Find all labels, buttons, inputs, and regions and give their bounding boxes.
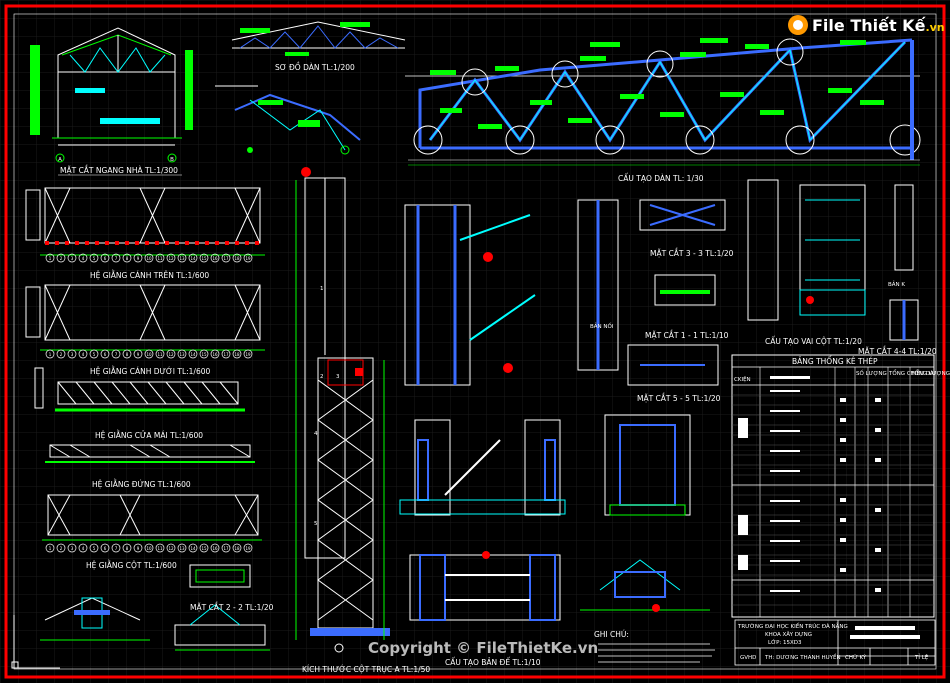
table-header-ckien: CKIỆN xyxy=(734,375,751,383)
grid-number: 5 xyxy=(93,256,96,261)
grid-number: 12 xyxy=(168,256,174,261)
title-student: TH: DƯƠNG THANH HUYỀN xyxy=(764,653,841,661)
grid-number: 18 xyxy=(234,352,240,357)
grid-number: 14 xyxy=(190,352,196,357)
title-chu-ky: CHỮ KÝ xyxy=(845,654,867,661)
grid-number: 3 xyxy=(71,256,74,261)
grid-number: 7 xyxy=(115,256,118,261)
grid-number: 8 xyxy=(126,256,129,261)
grid-number: 7 xyxy=(115,352,118,357)
grid-number: 17 xyxy=(223,256,229,261)
grid-number: 18 xyxy=(234,546,240,551)
grid-number: 6 xyxy=(104,352,107,357)
grid-number: 2 xyxy=(60,352,63,357)
grid-number: 5 xyxy=(93,546,96,551)
grid-number: 1 xyxy=(49,546,52,551)
title-class: LỚP: 15XD3 xyxy=(768,639,802,646)
grid-number: 1 xyxy=(49,352,52,357)
grid-number: 11 xyxy=(157,256,163,261)
grid-number: 8 xyxy=(126,352,129,357)
grid-number: 10 xyxy=(146,352,152,357)
grid-number: 6 xyxy=(104,256,107,261)
column-mark-2: 2 xyxy=(320,374,324,380)
label-mat-cat-55: MẶT CẮT 5 - 5 TL:1/20 xyxy=(637,393,721,403)
label-he-giang-canh-duoi: HỆ GIẰNG CÁNH DƯỚI TL:1/600 xyxy=(90,366,211,376)
grid-number: 9 xyxy=(137,256,140,261)
grid-number: 13 xyxy=(179,352,185,357)
grid-number: 14 xyxy=(190,546,196,551)
grid-number: 7 xyxy=(115,546,118,551)
grid-number: 2 xyxy=(60,546,63,551)
title-school: TRƯỜNG ĐẠI HỌC KIẾN TRÚC ĐÀ NẴNG xyxy=(737,622,848,630)
label-he-giang-dung: HỆ GIẰNG ĐỨNG TL:1/600 xyxy=(92,479,191,489)
grid-number: 19 xyxy=(245,256,251,261)
label-so-do-dan: SƠ ĐỒ DÀN TL:1/200 xyxy=(275,62,355,72)
label-ban-noi: BẢN NỐI xyxy=(590,322,614,330)
grid-number: 15 xyxy=(201,546,207,551)
grid-number: 5 xyxy=(93,352,96,357)
grid-number: 4 xyxy=(82,352,85,357)
copyright-watermark: Copyright © FileThietKe.vn xyxy=(368,639,598,657)
grid-number: 13 xyxy=(179,256,185,261)
grid-number: 12 xyxy=(168,352,174,357)
grid-number: 10 xyxy=(146,546,152,551)
grid-number: 17 xyxy=(223,352,229,357)
label-ghi-chu: GHI CHÚ: xyxy=(594,630,629,639)
logo-text: File Thiết Kế xyxy=(812,16,927,35)
grid-number: 19 xyxy=(245,546,251,551)
grid-number: 15 xyxy=(201,256,207,261)
label-he-giang-cot: HỆ GIẰNG CỘT TL:1/600 xyxy=(86,560,177,570)
column-mark-5: 5 xyxy=(314,521,318,527)
title-faculty: KHOA XÂY DỰNG xyxy=(765,631,812,638)
label-kich-thuoc-cot: KÍCH THƯỚC CỘT TRỤC A TL:1/50 xyxy=(302,665,430,674)
grid-number: 9 xyxy=(137,546,140,551)
title-gvhd: GVHD xyxy=(740,655,756,661)
title-ti-le: TỈ LỆ xyxy=(914,653,929,661)
grid-number: 9 xyxy=(137,352,140,357)
grid-number: 6 xyxy=(104,546,107,551)
axis-a-label: A xyxy=(58,157,62,163)
grid-number: 18 xyxy=(234,256,240,261)
label-cau-tao-dan: CẤU TẠO DÀN TL: 1/30 xyxy=(618,173,704,183)
svg-text:File Thiết Kế.vn: File Thiết Kế.vn xyxy=(812,16,945,35)
grid-number: 17 xyxy=(223,546,229,551)
label-he-giang-cua-mai: HỆ GIẰNG CỬA MÁI TL:1/600 xyxy=(95,430,203,440)
table-header-tong-luong: TỔNG LƯỢNG xyxy=(910,369,950,377)
table-header-so-luong: SỐ LƯỢNG xyxy=(856,369,887,377)
filethietke-logo: File Thiết Kế.vn xyxy=(788,15,945,35)
logo-suffix: .vn xyxy=(925,21,944,34)
grid-number: 19 xyxy=(245,352,251,357)
grid-number: 3 xyxy=(71,352,74,357)
column-mark-1: 1 xyxy=(320,286,324,292)
grid-number: 15 xyxy=(201,352,207,357)
grid-number: 11 xyxy=(157,546,163,551)
grid-number: 1 xyxy=(49,256,52,261)
grid-number: 16 xyxy=(212,546,218,551)
grid-number: 8 xyxy=(126,546,129,551)
label-mat-cat-22: MẶT CẮT 2 - 2 TL:1/20 xyxy=(190,602,274,612)
grid-number: 13 xyxy=(179,546,185,551)
grid-number: 12 xyxy=(168,546,174,551)
grid-number: 11 xyxy=(157,352,163,357)
grid-number: 4 xyxy=(82,256,85,261)
grid-number: 14 xyxy=(190,256,196,261)
label-cau-tao-vai-cot: CẤU TẠO VAI CỘT TL:1/20 xyxy=(765,336,862,346)
column-mark-4: 4 xyxy=(314,431,318,437)
grid-number: 10 xyxy=(146,256,152,261)
cad-drawing-sheet: File Thiết Kế.vn A B MẶT CẮT NGANG NHÀ T… xyxy=(0,0,950,683)
grid-number: 4 xyxy=(82,546,85,551)
grid-number: 3 xyxy=(71,546,74,551)
grid-number: 16 xyxy=(212,352,218,357)
label-mat-cat-11: MẶT CẮT 1 - 1 TL:1/10 xyxy=(645,330,729,340)
label-he-giang-canh-tren: HỆ GIẰNG CÁNH TRÊN TL:1/600 xyxy=(90,270,209,280)
label-cau-tao-ban-de: CẤU TẠO BẢN ĐẾ TL:1/10 xyxy=(445,657,541,667)
label-mat-cat-33: MẶT CẮT 3 - 3 TL:1/20 xyxy=(650,248,734,258)
column-mark-3: 3 xyxy=(336,374,340,380)
label-ban-k: BẢN K xyxy=(888,280,905,288)
axis-b-label: B xyxy=(170,157,174,163)
grid-number: 16 xyxy=(212,256,218,261)
table-title: BẢNG THỐNG KÊ THÉP xyxy=(792,356,878,366)
grid-number: 2 xyxy=(60,256,63,261)
label-mat-cat-ngang: MẶT CẮT NGANG NHÀ TL:1/300 xyxy=(60,165,178,175)
